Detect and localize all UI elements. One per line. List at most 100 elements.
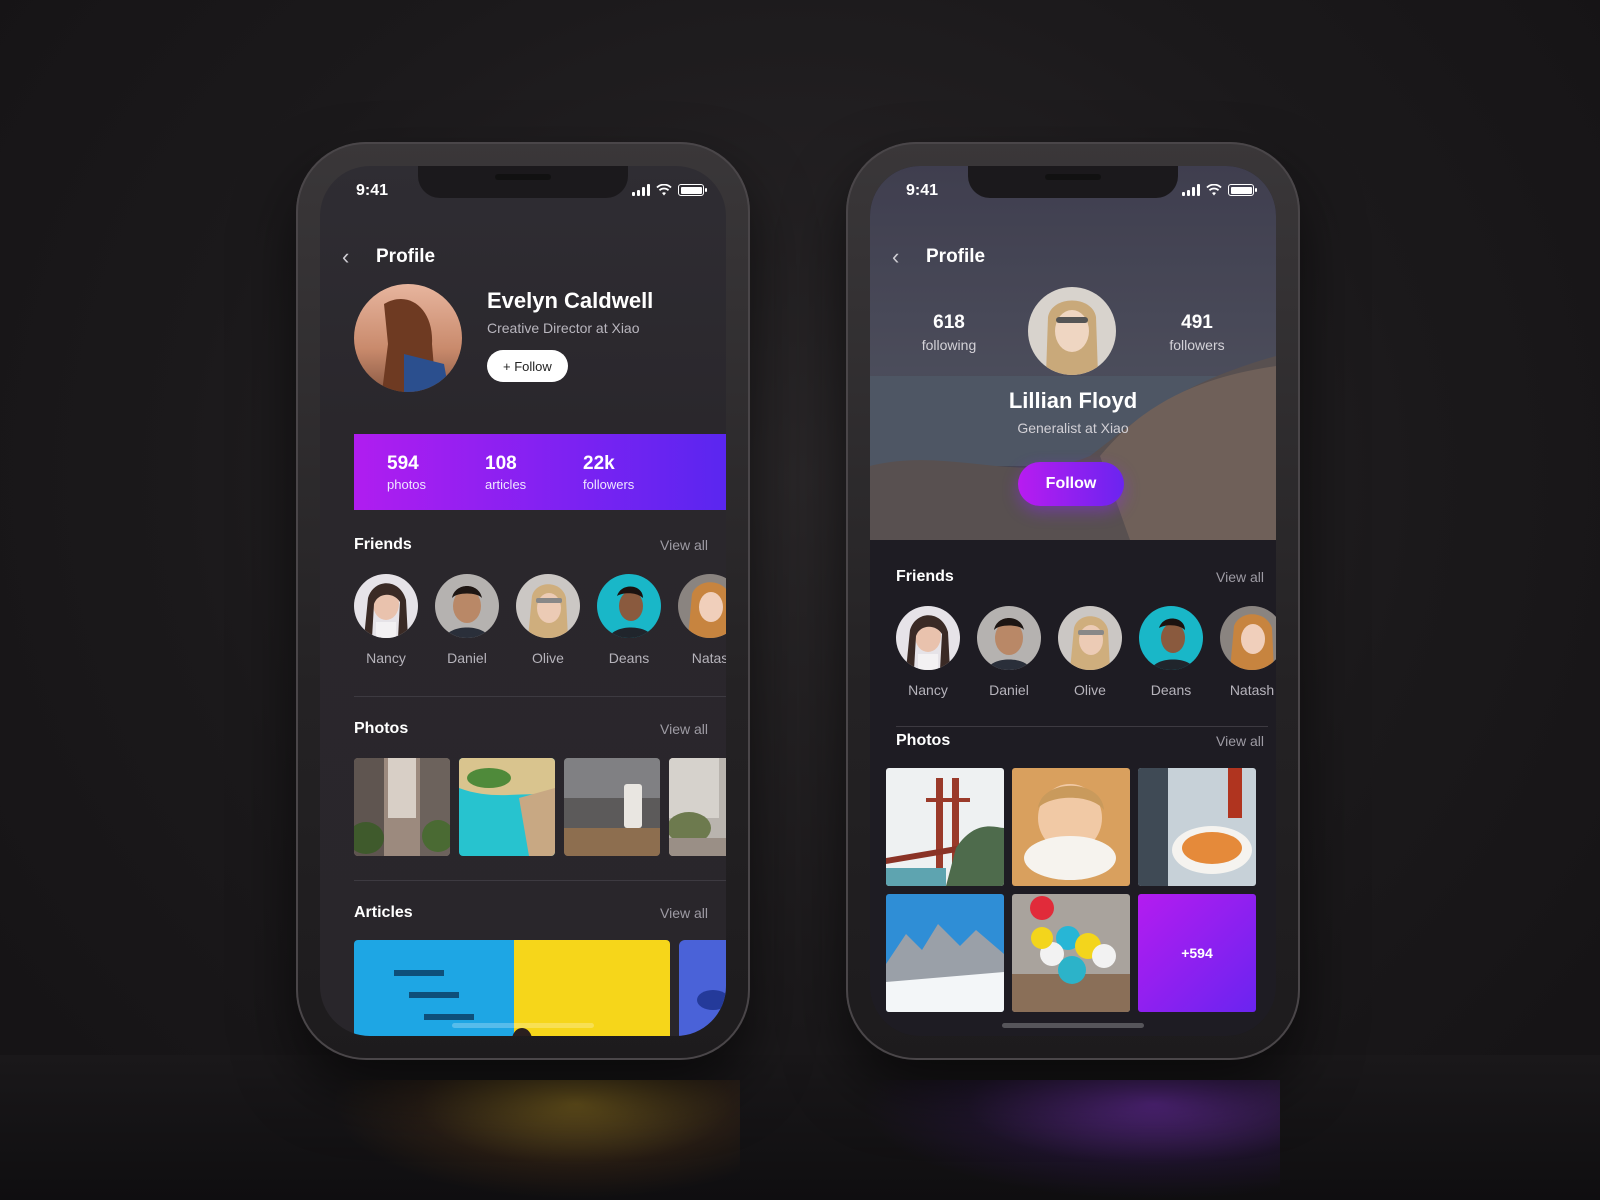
view-all-link[interactable]: View all [1216, 733, 1264, 749]
following-count[interactable]: 618 following [894, 312, 1004, 353]
avatar [977, 606, 1041, 670]
friend-name: Deans [608, 650, 650, 666]
section-title: Photos [896, 732, 951, 749]
screen: 9:41 ‹ Profile Evelyn Caldwell Creative … [320, 166, 726, 1036]
status-time: 9:41 [906, 182, 939, 199]
friend-item[interactable]: Olive [1058, 606, 1122, 698]
wifi-icon [1206, 184, 1222, 196]
page-title: Profile [926, 246, 986, 267]
stat-label: followers [583, 476, 635, 492]
photo-thumbnail[interactable] [354, 758, 450, 856]
friend-name: Nancy [366, 650, 406, 666]
photo-thumbnail[interactable] [1012, 768, 1130, 886]
article-card[interactable] [354, 940, 670, 1036]
phone-left: 9:41 ‹ Profile Evelyn Caldwell Creative … [296, 142, 750, 1060]
stat-articles[interactable]: 108 articles [485, 453, 583, 492]
photo-thumbnail[interactable] [564, 758, 660, 856]
avatar [1139, 606, 1203, 670]
profile-role: Generalist at Xiao [1017, 420, 1129, 436]
section-title: Friends [896, 568, 954, 585]
friend-item[interactable]: Natash [1220, 606, 1276, 698]
profile-name: Lillian Floyd [1008, 388, 1138, 413]
stat-photos[interactable]: 594 photos [387, 453, 485, 492]
status-bar: 9:41 [870, 180, 1276, 202]
section-title: Photos [354, 720, 409, 737]
profile-name: Evelyn Caldwell [487, 288, 654, 313]
reflection-glow [330, 1080, 740, 1200]
avatar [516, 574, 580, 638]
profile-role: Creative Director at Xiao [487, 320, 640, 336]
profile-header: Evelyn Caldwell Creative Director at Xia… [354, 284, 726, 394]
phone-right: 9:41 ‹ Profile 618 following 491 followe… [846, 142, 1300, 1060]
friend-item[interactable]: Nancy [896, 606, 960, 698]
friend-item[interactable]: Natas [678, 574, 726, 666]
reflection-glow [860, 1080, 1280, 1200]
nav-bar: ‹ Profile [342, 244, 435, 270]
back-chevron-icon[interactable]: ‹ [892, 244, 908, 270]
divider [354, 880, 726, 881]
friend-name: Nancy [908, 682, 948, 698]
friend-name: Natash [1229, 682, 1275, 698]
count-value: 618 [933, 312, 965, 333]
divider [896, 726, 1268, 727]
stat-label: photos [387, 476, 427, 492]
follow-button[interactable]: + Follow [487, 350, 568, 382]
view-all-link[interactable]: View all [1216, 569, 1264, 585]
article-card[interactable] [679, 940, 726, 1036]
avatar [354, 574, 418, 638]
friends-list: Nancy Daniel Olive Deans Natash [896, 606, 1276, 698]
photo-thumbnail[interactable] [1012, 894, 1130, 1012]
view-all-link[interactable]: View all [660, 721, 708, 737]
view-all-link[interactable]: View all [660, 905, 708, 921]
table-surface [0, 1055, 1600, 1200]
friends-section-header: Friends View all [896, 568, 1264, 586]
photo-thumbnail[interactable] [1138, 768, 1256, 886]
avatar[interactable] [1028, 287, 1116, 375]
articles-section-header: Articles View all [354, 904, 708, 922]
avatar [678, 574, 726, 638]
followers-count[interactable]: 491 followers [1142, 312, 1252, 353]
status-bar: 9:41 [320, 180, 726, 202]
friend-item[interactable]: Olive [516, 574, 580, 666]
battery-icon [1228, 184, 1257, 196]
friend-name: Deans [1150, 682, 1192, 698]
friend-item[interactable]: Deans [1139, 606, 1203, 698]
photos-grid: +594 [886, 768, 1256, 1012]
avatar [896, 606, 960, 670]
photos-section-header: Photos View all [896, 732, 1264, 750]
photo-thumbnail[interactable] [669, 758, 726, 856]
follow-button[interactable]: Follow [1018, 462, 1124, 506]
photo-thumbnail[interactable] [459, 758, 555, 856]
view-all-link[interactable]: View all [660, 537, 708, 553]
friend-item[interactable]: Deans [597, 574, 661, 666]
wifi-icon [656, 184, 672, 196]
friend-item[interactable]: Daniel [977, 606, 1041, 698]
avatar[interactable] [354, 284, 462, 392]
avatar [1220, 606, 1276, 670]
section-title: Articles [354, 904, 413, 921]
avatar [1058, 606, 1122, 670]
stat-followers[interactable]: 22k followers [583, 453, 681, 492]
friend-item[interactable]: Nancy [354, 574, 418, 666]
photos-row [354, 758, 726, 856]
photos-section-header: Photos View all [354, 720, 708, 738]
status-time: 9:41 [356, 182, 389, 199]
section-title: Friends [354, 536, 412, 553]
friend-item[interactable]: Daniel [435, 574, 499, 666]
count-value: 491 [1181, 312, 1213, 333]
cellular-signal-icon [632, 184, 650, 196]
friend-name: Natas [691, 650, 726, 666]
photo-thumbnail[interactable] [886, 768, 1004, 886]
page-title: Profile [376, 246, 436, 267]
stats-bar: 594 photos 108 articles 22k followers [354, 434, 726, 510]
more-photos-tile[interactable]: +594 [1138, 894, 1256, 1012]
back-chevron-icon[interactable]: ‹ [342, 244, 358, 270]
home-indicator [452, 1023, 594, 1028]
nav-bar: ‹ Profile [892, 244, 985, 270]
friend-name: Daniel [989, 682, 1029, 698]
count-label: followers [1169, 337, 1225, 353]
stat-label: articles [485, 476, 527, 492]
friend-name: Daniel [447, 650, 487, 666]
photo-thumbnail[interactable] [886, 894, 1004, 1012]
stat-value: 108 [485, 452, 517, 474]
